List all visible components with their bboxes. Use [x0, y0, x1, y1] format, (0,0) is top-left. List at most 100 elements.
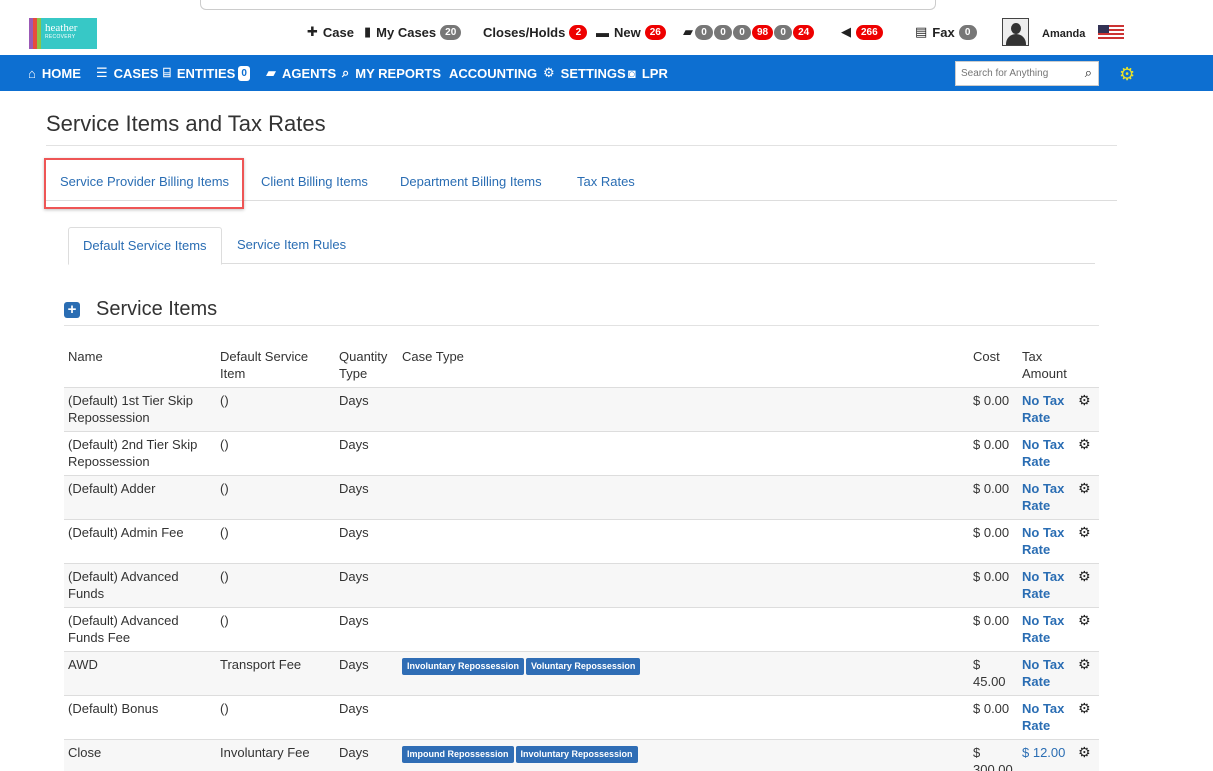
- truck-status-link[interactable]: ▰ 0 0 0 98 0 24: [683, 23, 815, 41]
- col-case-type: Case Type: [398, 344, 969, 388]
- row-default-service-item: Transport Fee: [216, 651, 335, 696]
- truck-count-badge: 24: [793, 24, 815, 40]
- nav-agents[interactable]: ▰ AGENTS: [266, 65, 336, 81]
- row-quantity-type: Days: [335, 563, 398, 608]
- nav-entities[interactable]: ⌸ ENTITIES 0: [163, 65, 250, 81]
- nav-lpr[interactable]: ◙ LPR: [628, 65, 668, 81]
- announcements-link[interactable]: ◀ 266: [841, 23, 883, 41]
- row-quantity-type: Days: [335, 651, 398, 696]
- tax-rate-link[interactable]: No Tax Rate: [1022, 525, 1064, 557]
- row-quantity-type: Days: [335, 431, 398, 476]
- tax-rate-link[interactable]: No Tax Rate: [1022, 393, 1064, 425]
- nav-my-reports[interactable]: ⌕ MY REPORTS: [342, 65, 441, 81]
- tab-service-item-rules[interactable]: Service Item Rules: [223, 227, 360, 264]
- table-row[interactable]: AWD Transport Fee Days Involuntary Reposses…: [64, 651, 1099, 696]
- closes-holds-count-badge: 2: [569, 24, 588, 40]
- tab-default-service-items[interactable]: Default Service Items: [68, 227, 222, 265]
- row-actions: ⚙: [1074, 431, 1099, 476]
- closes-holds-link[interactable]: Closes/Holds 2: [483, 23, 588, 41]
- truck-icon: ▰: [266, 65, 276, 80]
- avatar[interactable]: [1002, 18, 1029, 46]
- col-default-service-item-line2: Item: [220, 366, 246, 381]
- search-icon: ⌕: [342, 65, 350, 80]
- gear-icon[interactable]: ⚙: [1078, 700, 1091, 716]
- table-row[interactable]: (Default) Advanced Funds() Days $ 0.00 No T…: [64, 563, 1099, 608]
- nav-settings[interactable]: ⚙ SETTINGS: [543, 65, 626, 81]
- tax-rate-link[interactable]: No Tax Rate: [1022, 613, 1064, 645]
- table-row[interactable]: (Default) Advanced Funds Fee() Days $ 0.00…: [64, 607, 1099, 652]
- gear-icon[interactable]: ⚙: [1078, 612, 1091, 628]
- tax-rate-link[interactable]: No Tax Rate: [1022, 437, 1064, 469]
- table-row[interactable]: (Default) 1st Tier Skip Repossession() Da…: [64, 387, 1099, 432]
- my-cases-link[interactable]: ▮ My Cases 20: [364, 23, 462, 41]
- row-cost: $ 45.00: [969, 651, 1018, 696]
- row-actions: ⚙: [1074, 695, 1099, 740]
- username[interactable]: Amanda: [1042, 28, 1085, 40]
- gear-icon[interactable]: ⚙: [1078, 524, 1091, 540]
- tax-rate-link[interactable]: $ 12.00: [1022, 745, 1065, 760]
- fax-label: Fax: [932, 24, 955, 40]
- nav-accounting[interactable]: ACCOUNTING: [449, 65, 537, 81]
- gear-icon[interactable]: ⚙: [1078, 656, 1091, 672]
- gear-icon[interactable]: ⚙: [1078, 392, 1091, 408]
- fax-link[interactable]: ▤ Fax 0: [915, 23, 977, 41]
- table-row[interactable]: (Default) Admin Fee() Days $ 0.00 No Tax Ra…: [64, 519, 1099, 564]
- row-cost: $ 0.00: [969, 695, 1018, 740]
- table-header-row: Name Default Service Item Quantity Type Ca…: [64, 344, 1099, 388]
- gear-icon[interactable]: ⚙: [1078, 744, 1091, 760]
- gear-icon[interactable]: ⚙: [1078, 568, 1091, 584]
- gear-icon[interactable]: ⚙: [1078, 436, 1091, 452]
- tax-rate-link[interactable]: No Tax Rate: [1022, 569, 1064, 601]
- tax-rate-link[interactable]: No Tax Rate: [1022, 657, 1064, 689]
- gear-icon[interactable]: ⚙: [1078, 480, 1091, 496]
- nav-cases-label: CASES: [113, 65, 159, 81]
- tax-rate-link[interactable]: No Tax Rate: [1022, 701, 1064, 733]
- new-case-link[interactable]: ✚ Case: [307, 23, 354, 41]
- row-name: (Default) Admin Fee: [64, 519, 216, 564]
- col-tax-amount-line2: Amount: [1022, 366, 1067, 381]
- table-row[interactable]: Close Involuntary Fee Days Impound Reposses…: [64, 739, 1099, 771]
- section-header: + Service Items: [64, 298, 217, 321]
- institution-icon: ⌸: [163, 65, 171, 80]
- table-row[interactable]: (Default) Bonus() Days $ 0.00 No Tax Rate ⚙: [64, 695, 1099, 740]
- search-icon[interactable]: ⌕: [1085, 65, 1092, 81]
- new-cases-label: New: [614, 24, 641, 40]
- tab-client-billing-items[interactable]: Client Billing Items: [261, 174, 368, 189]
- row-tax-amount: No Tax Rate: [1018, 431, 1074, 476]
- top-dropdown-area[interactable]: [200, 0, 936, 10]
- nav-lpr-label: LPR: [641, 65, 668, 81]
- divider: [46, 145, 1117, 146]
- row-default-service-item: (): [216, 387, 335, 432]
- camera-icon: ◙: [628, 65, 636, 81]
- row-cost: $ 0.00: [969, 475, 1018, 520]
- entities-count-badge: 0: [238, 65, 250, 81]
- row-case-type: [398, 475, 969, 520]
- table-row[interactable]: (Default) 2nd Tier Skip Repossession() Da…: [64, 431, 1099, 476]
- row-tax-amount: No Tax Rate: [1018, 651, 1074, 696]
- truck-count-badge: 0: [733, 24, 751, 40]
- row-default-service-item: Involuntary Fee: [216, 739, 335, 771]
- table-row[interactable]: (Default) Adder() Days $ 0.00 No Tax Rate ⚙: [64, 475, 1099, 520]
- tax-rate-link[interactable]: No Tax Rate: [1022, 481, 1064, 513]
- col-quantity-type: Quantity Type: [335, 344, 398, 388]
- search-input[interactable]: [956, 62, 1074, 85]
- row-tax-amount: No Tax Rate: [1018, 563, 1074, 608]
- new-case-label: Case: [322, 24, 354, 40]
- tab-department-billing-items[interactable]: Department Billing Items: [400, 174, 542, 189]
- settings-gear-icon[interactable]: ⚙: [1119, 64, 1135, 85]
- row-case-type: [398, 519, 969, 564]
- add-service-item-icon[interactable]: +: [64, 301, 80, 318]
- nav-cases[interactable]: ☰ CASES: [96, 65, 158, 81]
- col-quantity-type-line1: Quantity: [339, 349, 388, 364]
- nav-home[interactable]: ⌂ HOME: [28, 65, 81, 81]
- company-logo[interactable]: heather RECOVERY: [29, 18, 97, 49]
- row-case-type: [398, 387, 969, 432]
- us-flag-icon[interactable]: [1098, 25, 1124, 39]
- section-title: Service Items: [96, 298, 218, 320]
- row-actions: ⚙: [1074, 475, 1099, 520]
- row-actions: ⚙: [1074, 739, 1099, 771]
- new-cases-link[interactable]: ▬ New 26: [596, 23, 666, 41]
- row-quantity-type: Days: [335, 475, 398, 520]
- briefcase-icon: ▮: [364, 24, 372, 39]
- tab-tax-rates[interactable]: Tax Rates: [577, 174, 635, 189]
